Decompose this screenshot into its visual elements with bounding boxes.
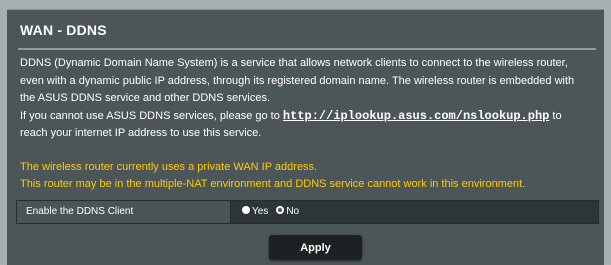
page-title: WAN - DDNS: [20, 22, 107, 38]
warning-messages: The wireless router currently uses a pri…: [20, 159, 590, 192]
description-paragraph-1: DDNS (Dynamic Domain Name System) is a s…: [20, 57, 575, 104]
yes-label: Yes: [252, 206, 269, 217]
yes-radio-icon[interactable]: [242, 206, 250, 215]
warning-multiple-nat: This router may be in the multiple-NAT e…: [20, 177, 526, 190]
ddns-no-option[interactable]: No: [276, 206, 299, 217]
page-background: WAN - DDNS DDNS (Dynamic Domain Name Sys…: [0, 0, 611, 265]
ddns-client-label: Enable the DDNS Client: [17, 201, 231, 223]
no-radio-icon[interactable]: [276, 206, 285, 215]
description-paragraph-2: If you cannot use ASUS DDNS services, pl…: [20, 108, 590, 143]
warning-private-ip: The wireless router currently uses a pri…: [20, 161, 318, 173]
description: DDNS (Dynamic Domain Name System) is a s…: [20, 55, 590, 143]
apply-button[interactable]: Apply: [269, 235, 362, 260]
ddns-yes-option[interactable]: Yes: [242, 206, 268, 217]
no-label: No: [286, 206, 300, 217]
ddns-panel: WAN - DDNS DDNS (Dynamic Domain Name Sys…: [7, 9, 604, 265]
iplookup-link[interactable]: http://iplookup.asus.com/nslookup.php: [283, 109, 549, 123]
ddns-client-row: Enable the DDNS Client Yes No: [16, 200, 599, 224]
ddns-client-options: Yes No: [242, 201, 307, 223]
description-text-before-link: If you cannot use ASUS DDNS services, pl…: [20, 109, 283, 122]
title-divider: [18, 48, 596, 50]
